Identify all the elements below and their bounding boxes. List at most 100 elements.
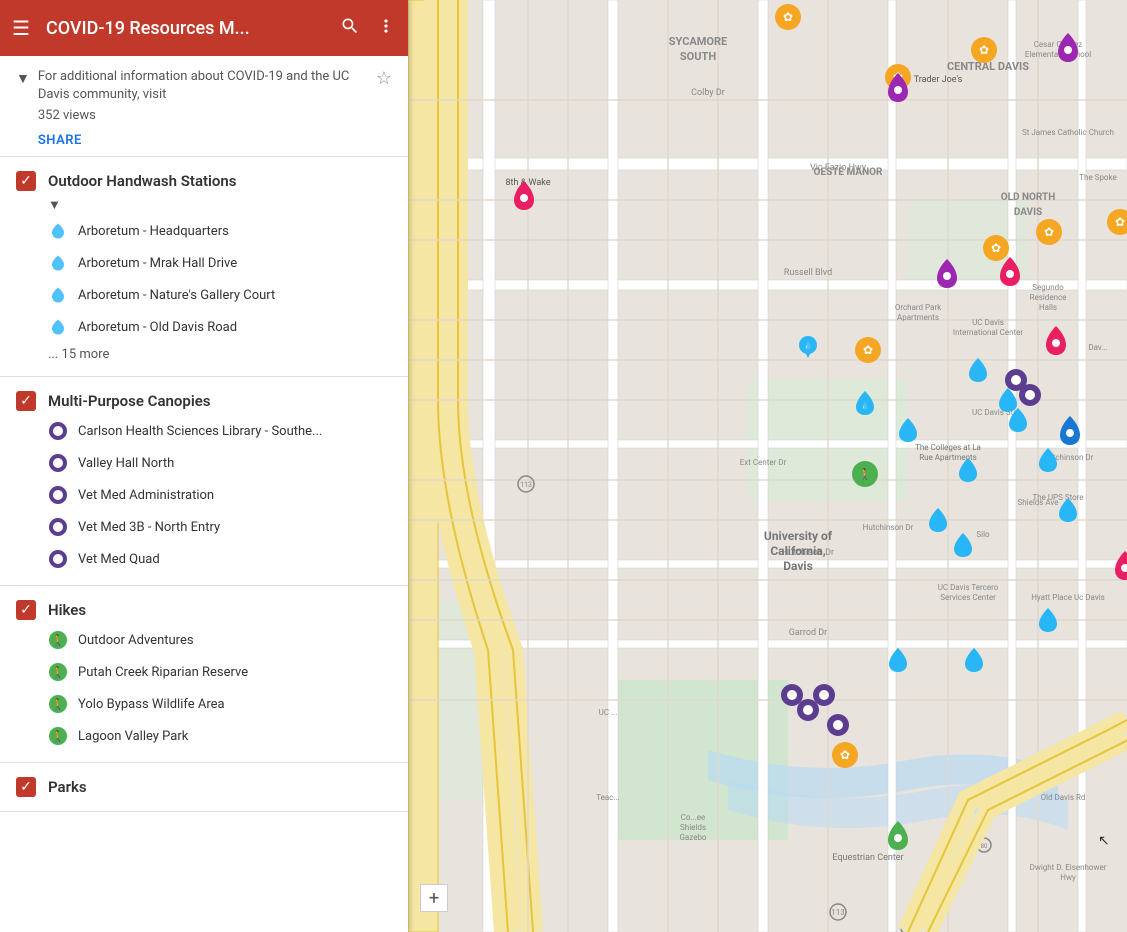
location-name: Putah Creek Riparian Reserve (78, 665, 248, 680)
water-icon (48, 221, 68, 241)
svg-text:Old Davis Rd: Old Davis Rd (1041, 793, 1086, 802)
checkbox-parks[interactable]: ✓ (16, 777, 36, 797)
canopy-icon (48, 517, 68, 537)
svg-text:✿: ✿ (991, 241, 1001, 255)
info-views: 352 views (38, 108, 368, 123)
sidebar-content: ▼ For additional information about COVID… (0, 56, 408, 932)
location-name: Arboretum - Headquarters (78, 224, 229, 239)
list-item[interactable]: Valley Hall North (0, 447, 408, 479)
expand-handwash[interactable]: ▼ (0, 195, 408, 215)
hiker-icon: 🚶 (48, 694, 68, 714)
svg-text:Dwight D. Eisenhower: Dwight D. Eisenhower (1030, 863, 1107, 872)
category-outdoor-handwash: ✓ Outdoor Handwash Stations ▼ Arboretum … (0, 157, 408, 377)
canopy-icon (48, 453, 68, 473)
category-parks: ✓ Parks (0, 763, 408, 812)
svg-text:Colby Dr: Colby Dr (691, 88, 725, 98)
sidebar-header: ☰ COVID-19 Resources M... (0, 0, 408, 56)
svg-text:113: 113 (520, 481, 532, 489)
water-icon (48, 253, 68, 273)
svg-text:Dav...: Dav... (1088, 343, 1107, 352)
svg-text:UC Davis Tercero: UC Davis Tercero (938, 583, 999, 592)
svg-text:DAVIS: DAVIS (1014, 207, 1042, 218)
category-header-parks: ✓ Parks (0, 773, 408, 801)
svg-text:UC Davis: UC Davis (972, 318, 1004, 327)
star-icon[interactable]: ☆ (376, 68, 392, 89)
svg-text:Ext Center Dr: Ext Center Dr (740, 458, 787, 467)
list-item[interactable]: Arboretum - Headquarters (0, 215, 408, 247)
map-container[interactable]: Colby Dr Russell Blvd Hutchison Dr Garro… (408, 0, 1127, 932)
canopy-icon (48, 485, 68, 505)
svg-text:Hutchinson Dr: Hutchinson Dr (863, 523, 914, 532)
list-item[interactable]: 🚶 Outdoor Adventures (0, 624, 408, 656)
map-background: Colby Dr Russell Blvd Hutchison Dr Garro… (408, 0, 1127, 932)
hiker-icon: 🚶 (48, 726, 68, 746)
canopy-icon (48, 549, 68, 569)
list-item[interactable]: 🚶 Lagoon Valley Park (0, 720, 408, 752)
svg-text:The Spoke: The Spoke (1079, 173, 1116, 182)
svg-text:Services Center: Services Center (940, 593, 996, 602)
svg-text:University of: University of (764, 529, 833, 543)
category-header-handwash: ✓ Outdoor Handwash Stations (0, 167, 408, 195)
svg-text:Co...ee: Co...ee (681, 813, 706, 822)
svg-text:Teac...: Teac... (596, 793, 620, 802)
list-item[interactable]: Vet Med 3B - North Entry (0, 511, 408, 543)
svg-text:✿: ✿ (840, 748, 850, 762)
checkbox-outdoor-handwash[interactable]: ✓ (16, 171, 36, 191)
share-link[interactable]: SHARE (38, 133, 82, 148)
list-item[interactable]: Vet Med Quad (0, 543, 408, 575)
svg-text:✿: ✿ (1115, 215, 1125, 229)
location-name: Arboretum - Mrak Hall Drive (78, 256, 237, 271)
svg-text:Residence: Residence (1030, 293, 1067, 302)
list-item[interactable]: 🚶 Putah Creek Riparian Reserve (0, 656, 408, 688)
checkbox-hikes[interactable]: ✓ (16, 600, 36, 620)
info-text: For additional information about COVID-1… (38, 68, 368, 104)
category-title-parks: Parks (48, 778, 392, 796)
sidebar: ☰ COVID-19 Resources M... ▼ For addition… (0, 0, 408, 932)
svg-text:California,: California, (770, 544, 825, 558)
location-name: Valley Hall North (78, 456, 174, 471)
water-icon (48, 285, 68, 305)
location-name: Lagoon Valley Park (78, 729, 188, 744)
menu-icon[interactable]: ☰ (12, 16, 30, 40)
list-item[interactable]: 🚶 Yolo Bypass Wildlife Area (0, 688, 408, 720)
svg-text:✿: ✿ (1044, 225, 1054, 239)
svg-text:Orchard Park: Orchard Park (895, 303, 942, 312)
svg-text:Silo: Silo (976, 530, 990, 539)
app-title: COVID-19 Resources M... (46, 18, 324, 39)
svg-text:113: 113 (831, 908, 845, 917)
svg-text:↖: ↖ (1098, 833, 1110, 849)
location-name: Vet Med Administration (78, 488, 214, 503)
search-icon[interactable] (340, 16, 360, 41)
list-item[interactable]: Carlson Health Sciences Library - Southe… (0, 415, 408, 447)
collapse-icon[interactable]: ▼ (16, 70, 30, 87)
svg-text:💧: 💧 (861, 401, 870, 410)
location-name: Vet Med 3B - North Entry (78, 520, 220, 535)
svg-text:✿: ✿ (863, 343, 873, 357)
svg-text:✿: ✿ (979, 43, 989, 57)
category-canopies: ✓ Multi-Purpose Canopies Carlson Health … (0, 377, 408, 586)
svg-text:UC ...: UC ... (599, 708, 618, 717)
more-options-icon[interactable] (376, 16, 396, 41)
info-section: ▼ For additional information about COVID… (0, 56, 408, 157)
svg-text:Shields Ave: Shields Ave (1017, 498, 1058, 507)
svg-text:St James Catholic Church: St James Catholic Church (1022, 128, 1114, 137)
svg-text:🚶: 🚶 (858, 468, 872, 481)
location-name: Outdoor Adventures (78, 633, 194, 648)
svg-text:Vic Fazio Hwy: Vic Fazio Hwy (810, 163, 867, 173)
location-name: Arboretum - Old Davis Road (78, 320, 237, 335)
svg-text:Garrod Dr: Garrod Dr (789, 628, 827, 638)
checkbox-canopies[interactable]: ✓ (16, 391, 36, 411)
category-header-canopies: ✓ Multi-Purpose Canopies (0, 387, 408, 415)
list-item[interactable]: Arboretum - Mrak Hall Drive (0, 247, 408, 279)
svg-text:Russell Blvd: Russell Blvd (784, 268, 832, 278)
expand-icon-handwash: ▼ (48, 197, 61, 213)
list-item[interactable]: Arboretum - Nature's Gallery Court (0, 279, 408, 311)
map-zoom-in-button[interactable]: + (420, 884, 448, 912)
location-name: Arboretum - Nature's Gallery Court (78, 288, 275, 303)
svg-text:Hyatt Place Uc Davis: Hyatt Place Uc Davis (1031, 593, 1105, 602)
list-item[interactable]: Vet Med Administration (0, 479, 408, 511)
list-item[interactable]: Arboretum - Old Davis Road (0, 311, 408, 343)
category-title-hikes: Hikes (48, 601, 392, 619)
more-items-handwash[interactable]: ... 15 more (0, 343, 408, 366)
hiker-icon: 🚶 (48, 662, 68, 682)
